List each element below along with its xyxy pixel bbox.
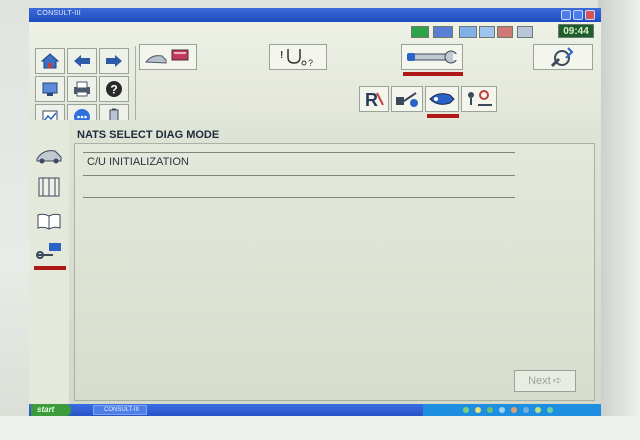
close-button[interactable] — [585, 10, 595, 20]
diag-connector-button[interactable] — [425, 86, 459, 112]
tray-icon[interactable] — [511, 407, 517, 413]
content-panel: C/U INITIALIZATION — [74, 143, 595, 401]
key-tools-button[interactable] — [461, 86, 497, 112]
manual-button[interactable] — [34, 208, 64, 234]
vehicle-select-icon — [36, 150, 62, 164]
minimize-button[interactable] — [561, 10, 571, 20]
immobilizer-icon — [396, 92, 418, 107]
tray-icon[interactable] — [499, 407, 505, 413]
tray-icon[interactable] — [547, 407, 553, 413]
volume-icon — [517, 26, 533, 38]
taskbar: start CONSULT-III — [29, 404, 601, 416]
screen: CONSULT-III 09:44 ? ! ? R NATS SELECT DI… — [29, 8, 601, 416]
diagnosis-button[interactable]: !? — [269, 44, 327, 70]
main-content: NATS SELECT DIAG MODE C/U INITIALIZATION… — [69, 120, 601, 404]
maximize-button[interactable] — [573, 10, 583, 20]
svg-text:R: R — [365, 90, 378, 109]
forward-arrow-icon[interactable] — [99, 48, 129, 74]
monitor: CONSULT-III 09:44 ? ! ? R NATS SELECT DI… — [0, 0, 640, 440]
tray-icon[interactable] — [463, 407, 469, 413]
reprogram-icon: R — [365, 90, 384, 109]
svg-text:!: ! — [280, 50, 283, 61]
vehicle-ecu-button[interactable] — [139, 44, 197, 70]
print-icon[interactable] — [67, 76, 97, 102]
next-label: Next — [528, 375, 551, 387]
tray-icon[interactable] — [523, 407, 529, 413]
vehicle-select-button[interactable] — [34, 142, 64, 168]
reprogram-button[interactable]: R — [359, 86, 389, 112]
vi-status-icon — [433, 26, 453, 38]
side-panel — [29, 120, 70, 404]
sub-mode-button[interactable] — [533, 44, 593, 70]
active-function-indicator — [403, 72, 463, 76]
page-title: NATS SELECT DIAG MODE — [77, 129, 220, 141]
svg-text:?: ? — [308, 58, 313, 68]
screen-capture-icon[interactable] — [35, 76, 65, 102]
start-button[interactable]: start — [31, 404, 71, 416]
clock: 09:44 — [558, 24, 594, 38]
key-tools-icon — [468, 90, 492, 106]
tray-icon[interactable] — [487, 407, 493, 413]
connection-icon — [411, 26, 429, 38]
signal-icon — [459, 26, 477, 38]
book-icon — [37, 213, 61, 230]
menu-item-cu-initialization[interactable]: C/U INITIALIZATION — [87, 156, 189, 168]
vehicle-ecu-icon — [145, 49, 189, 64]
help-icon[interactable]: ? — [99, 76, 129, 102]
key-icon — [36, 243, 61, 259]
window-titlebar: CONSULT-III — [29, 8, 601, 22]
settings-tool-icon — [550, 47, 574, 68]
bottom-strip — [0, 416, 640, 440]
next-button[interactable]: Next ➪ — [514, 370, 576, 392]
svg-text:?: ? — [110, 83, 117, 97]
data-monitor-button[interactable] — [34, 174, 64, 200]
toolbar: 09:44 ? ! ? R — [29, 22, 601, 130]
data-monitor-icon — [38, 177, 60, 197]
tray-icon[interactable] — [475, 407, 481, 413]
window-title: CONSULT-III — [37, 10, 82, 17]
battery-status-icon — [497, 26, 513, 38]
immobilizer-button[interactable] — [391, 86, 423, 112]
tray-icon[interactable] — [535, 407, 541, 413]
diag-connector-icon — [429, 93, 455, 105]
work-support-button[interactable] — [401, 44, 463, 70]
home-icon[interactable] — [35, 48, 65, 74]
active-side-indicator — [34, 266, 66, 270]
taskbar-item[interactable]: CONSULT-III — [93, 405, 147, 415]
next-icon: ➪ — [552, 375, 562, 387]
wireless-icon — [479, 26, 495, 38]
back-arrow-icon[interactable] — [67, 48, 97, 74]
divider — [83, 152, 515, 153]
diagnosis-stethoscope-icon: !? — [280, 49, 313, 68]
toolbar-separator — [135, 46, 136, 120]
active-sub-indicator — [427, 114, 459, 118]
divider — [83, 175, 515, 176]
wrench-icon — [407, 50, 459, 64]
immobilizer-side-button[interactable] — [34, 238, 64, 264]
system-tray — [423, 404, 601, 416]
divider — [83, 197, 515, 198]
monitor-bezel — [598, 0, 640, 440]
